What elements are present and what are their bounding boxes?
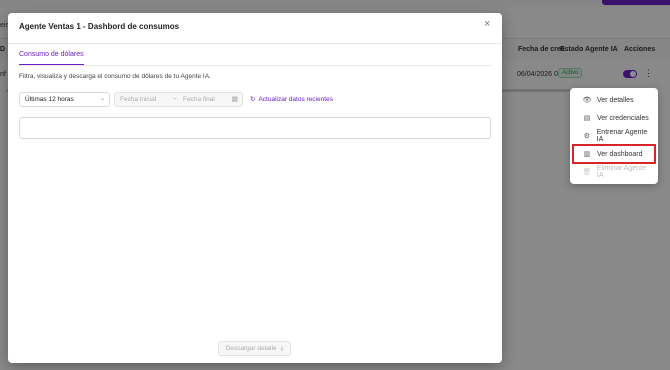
tab-consumo-dolares[interactable]: Consumo de dólares bbox=[19, 51, 84, 66]
modal-title: Agente Ventas 1 - Dashbord de consumos bbox=[19, 22, 180, 31]
trash-icon: 🗑 bbox=[582, 169, 592, 176]
period-select-value: Últimas 12 horas bbox=[25, 96, 74, 103]
refresh-icon: ↻ bbox=[250, 96, 256, 103]
arrow-right-icon: → bbox=[171, 95, 178, 102]
date-range-picker[interactable]: Fecha inicial → Fecha final ▦ bbox=[114, 92, 243, 107]
eye-icon: 👁 bbox=[582, 97, 592, 104]
results-panel bbox=[19, 117, 491, 139]
menu-item-ver-credenciales[interactable]: ▤ Ver credenciales bbox=[574, 110, 654, 126]
start-date-field[interactable]: Fecha inicial bbox=[120, 96, 156, 103]
document-icon: ▤ bbox=[583, 115, 591, 122]
menu-item-label: Ver detalles bbox=[597, 96, 634, 104]
download-icon: ⤓ bbox=[280, 344, 284, 352]
dashboard-modal: Agente Ventas 1 - Dashbord de consumos ×… bbox=[8, 13, 502, 363]
bar-chart-icon: ▥ bbox=[583, 151, 591, 158]
menu-item-entrenar[interactable]: ⚙ Entrenar Agente IA bbox=[574, 128, 654, 144]
menu-item-ver-dashboard[interactable]: ▥ Ver dashboard bbox=[572, 144, 656, 164]
download-label: Descargar detalle bbox=[225, 345, 277, 352]
gear-icon: ⚙ bbox=[583, 133, 590, 140]
menu-item-label: Ver credenciales bbox=[597, 114, 649, 122]
menu-item-label: Eliminar Agente IA bbox=[596, 165, 646, 179]
menu-item-eliminar[interactable]: 🗑 Eliminar Agente IA bbox=[574, 164, 654, 180]
chevron-down-icon: ⌄ bbox=[99, 96, 105, 102]
divider bbox=[8, 43, 502, 44]
close-icon[interactable]: × bbox=[484, 18, 490, 30]
menu-item-label: Entrenar Agente IA bbox=[596, 129, 648, 143]
menu-item-label: Ver dashboard bbox=[597, 150, 643, 158]
calendar-icon: ▦ bbox=[231, 96, 238, 103]
refresh-label: Actualizar datos recientes bbox=[258, 96, 333, 103]
refresh-button[interactable]: ↻ Actualizar datos recientes bbox=[250, 95, 333, 103]
period-select[interactable]: Últimas 12 horas ⌄ bbox=[19, 92, 110, 107]
download-button[interactable]: Descargar detalle ⤓ bbox=[218, 341, 291, 356]
actions-menu: 👁 Ver detalles ▤ Ver credenciales ⚙ Entr… bbox=[570, 88, 658, 184]
menu-item-ver-detalles[interactable]: 👁 Ver detalles bbox=[574, 92, 654, 108]
tab-underline bbox=[19, 65, 491, 66]
end-date-field[interactable]: Fecha final bbox=[183, 96, 215, 103]
description-text: Filtra, visualiza y descarga el consumo … bbox=[19, 73, 211, 80]
